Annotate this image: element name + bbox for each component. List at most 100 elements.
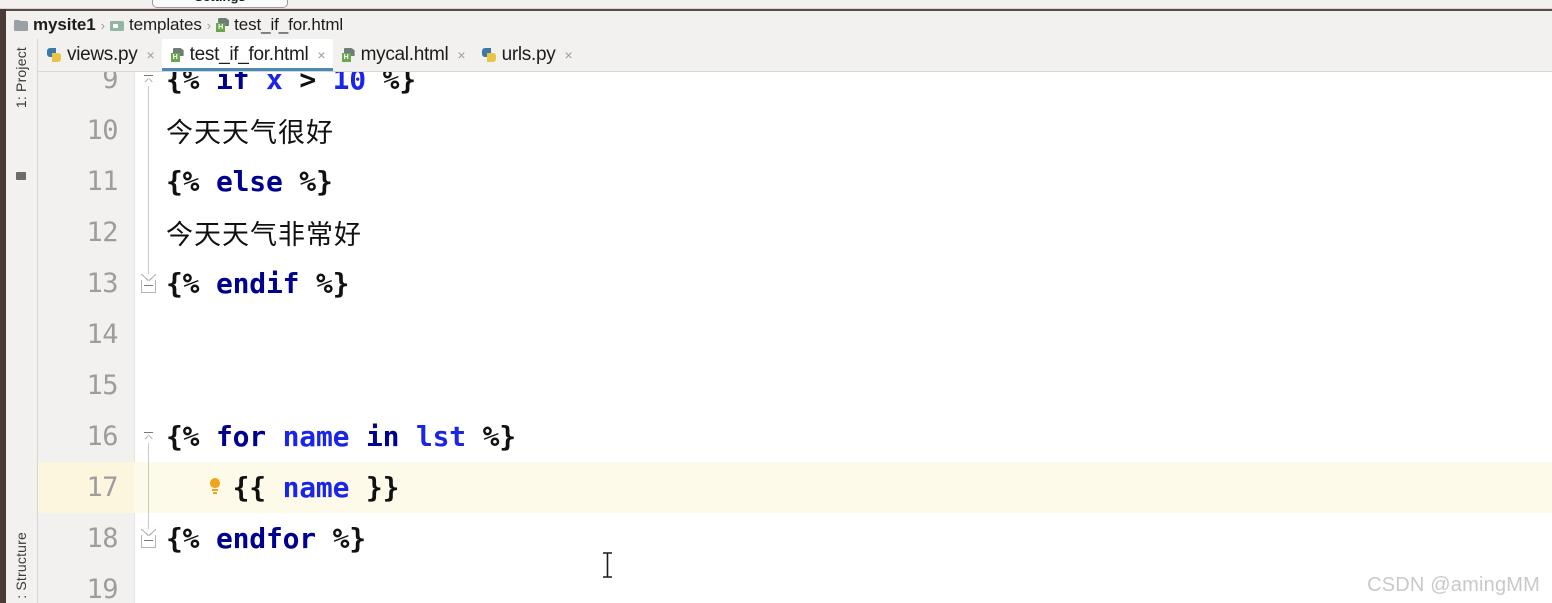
line-number: 9 [102, 72, 118, 95]
breadcrumb-separator-icon: › [100, 17, 105, 33]
line-number-cell: 16 [38, 411, 134, 462]
code-token: }} [349, 471, 400, 504]
text-cursor-pointer [601, 551, 614, 579]
code-line-row[interactable]: 10 今天天气很好 [38, 105, 1552, 156]
breadcrumb-item-mysite1[interactable]: mysite1 [14, 11, 96, 39]
tab-test-if-for-html[interactable]: test_if_for.html × [161, 39, 333, 71]
line-number-cell: 18 [38, 513, 134, 564]
code-text[interactable]: {{ name }} [166, 462, 400, 513]
tab-urls-py[interactable]: urls.py × [473, 39, 580, 71]
tab-label: urls.py [501, 44, 556, 65]
code-token: {% [166, 267, 216, 300]
line-number-cell: 15 [38, 360, 134, 411]
tool-window-button-project[interactable]: 1: Project [13, 47, 29, 108]
code-text[interactable]: 今天天气很好 [166, 105, 334, 156]
line-number-cell: 19 [38, 564, 134, 603]
close-icon[interactable]: × [308, 48, 325, 62]
code-token: in [365, 420, 400, 453]
tab-label: views.py [67, 44, 138, 65]
code-text[interactable]: {% else %} [166, 156, 333, 207]
line-number: 17 [86, 472, 118, 503]
tab-label: test_if_for.html [189, 44, 309, 65]
code-token: else [215, 165, 283, 198]
python-file-icon [481, 48, 496, 62]
code-token: > [282, 72, 333, 96]
code-token: endfor [215, 522, 316, 555]
breadcrumb: mysite1 › templates › test_if_for.html [6, 11, 1552, 39]
code-line-row[interactable]: 12 今天天气非常好 [38, 207, 1552, 258]
editor-tab-bar: views.py × test_if_for.html × mycal.html… [38, 39, 1552, 72]
partial-dialog-strip: Settings [0, 0, 1552, 9]
fold-guide-line [148, 86, 149, 274]
code-token: %} [299, 267, 350, 300]
code-token: 10 [332, 72, 367, 96]
code-line-row[interactable]: 17 {{ name }} [38, 462, 1552, 513]
pycharm-window: Settings mysite1 › templates › test_if_f… [0, 0, 1552, 603]
code-line-row[interactable]: 16 {% for name in lst %} [38, 411, 1552, 462]
code-token: lst [415, 420, 466, 453]
code-token: if [215, 72, 250, 96]
line-number: 10 [86, 115, 118, 146]
code-text[interactable]: {% for name in lst %} [166, 411, 516, 462]
code-token: {% [166, 72, 216, 96]
code-token: name [282, 471, 350, 504]
code-line-row[interactable]: 15 [38, 360, 1552, 411]
code-line-row[interactable]: 19 [38, 564, 1552, 603]
code-text[interactable]: {% endif %} [166, 258, 349, 309]
folder-green-icon [109, 20, 124, 31]
code-editor[interactable]: 9 {% if x > 10 %} 10 今天天气很好 11 {% else %} 12 今天… [38, 72, 1552, 603]
tab-views-py[interactable]: views.py × [38, 39, 162, 71]
line-number: 12 [86, 217, 118, 248]
breadcrumb-item-templates[interactable]: templates [109, 11, 202, 39]
line-number-cell: 9 [38, 72, 134, 105]
breadcrumb-label: mysite1 [33, 15, 96, 34]
code-text[interactable]: 今天天气非常好 [166, 207, 362, 258]
line-number-cell: 11 [38, 156, 134, 207]
code-token: name [282, 420, 350, 453]
fold-collapse-end-icon[interactable] [141, 274, 156, 293]
code-token: %} [315, 522, 367, 555]
left-tool-rail: 1: Project : Structure [6, 39, 38, 603]
close-icon[interactable]: × [555, 48, 572, 62]
code-token: 今天天气非常好 [166, 220, 362, 251]
line-number-cell: 14 [38, 309, 134, 360]
tool-window-button-structure[interactable]: : Structure [13, 532, 29, 599]
code-line-row[interactable]: 18 {% endfor %} [38, 513, 1552, 564]
close-icon[interactable]: × [137, 48, 154, 62]
folder-gray-icon [14, 19, 28, 31]
fold-collapse-start-icon[interactable] [141, 424, 156, 443]
fold-collapse-start-icon[interactable] [141, 72, 156, 86]
line-number-cell: 10 [38, 105, 134, 156]
line-number-cell: 17 [38, 462, 134, 513]
code-token: endif [215, 267, 300, 300]
code-token: {% [166, 522, 216, 555]
fold-guide-line [148, 443, 149, 529]
settings-button[interactable]: Settings [152, 0, 288, 8]
tab-mycal-html[interactable]: mycal.html × [333, 39, 473, 71]
code-text[interactable]: {% if x > 10 %} [166, 72, 416, 105]
csdn-watermark: CSDN @amingMM [1367, 574, 1540, 596]
code-line-row[interactable]: 11 {% else %} [38, 156, 1552, 207]
line-number: 11 [86, 166, 118, 197]
code-line-row[interactable]: 14 [38, 309, 1552, 360]
breadcrumb-separator-icon: › [206, 17, 212, 33]
line-number: 16 [86, 421, 118, 452]
code-line-row[interactable]: 9 {% if x > 10 %} [38, 72, 1552, 105]
line-number: 14 [86, 319, 118, 350]
code-line-row[interactable]: 13 {% endif %} [38, 258, 1552, 309]
project-rail-icon [16, 172, 26, 180]
close-icon[interactable]: × [448, 48, 465, 62]
code-text[interactable]: {% endfor %} [166, 513, 366, 564]
line-number-cell: 13 [38, 258, 134, 309]
code-token: %} [365, 72, 417, 96]
fold-collapse-end-icon[interactable] [141, 529, 156, 548]
code-token: for [215, 420, 266, 453]
breadcrumb-label: test_if_for.html [234, 15, 344, 34]
line-number: 13 [86, 268, 118, 299]
breadcrumb-item-file[interactable]: test_if_for.html [216, 11, 343, 39]
html-file-icon [170, 48, 184, 62]
intention-lightbulb-icon[interactable] [209, 478, 221, 495]
